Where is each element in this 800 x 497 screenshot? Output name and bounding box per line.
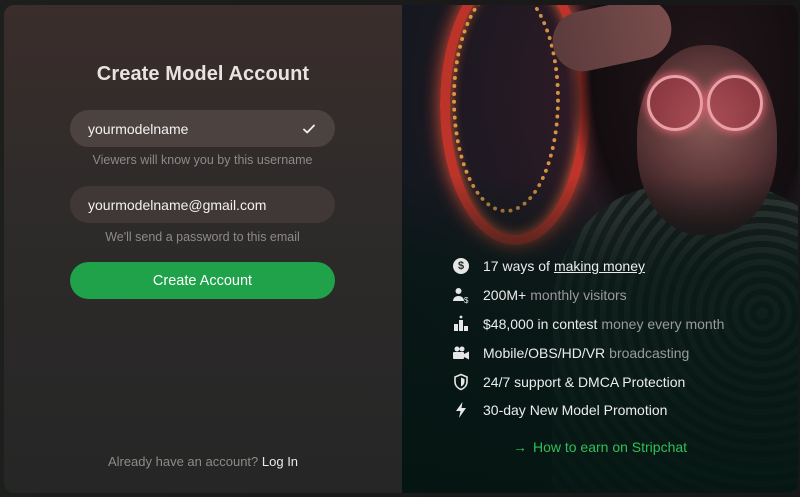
feature-text: 17 ways of: [483, 258, 550, 275]
username-field[interactable]: [70, 110, 335, 147]
dollar-circle-icon: $: [452, 257, 470, 275]
feature-muted-text: monthly visitors: [530, 287, 627, 304]
arrow-right-icon: →: [512, 439, 527, 455]
username-hint: Viewers will know you by this username: [92, 153, 313, 167]
feature-item: $ 17 ways of making money: [452, 252, 724, 281]
feature-text: Mobile/OBS/HD/VR: [483, 344, 606, 361]
create-account-button[interactable]: Create Account: [70, 262, 335, 299]
trophy-icon: [452, 315, 470, 333]
feature-item: $ 200M+ monthly visitors: [452, 281, 724, 310]
shield-icon: [452, 373, 470, 391]
how-to-earn-label: How to earn on Stripchat: [532, 439, 688, 455]
form-title: Create Model Account: [96, 63, 310, 85]
feature-text: $48,000 in contest: [483, 315, 598, 332]
check-icon: [301, 121, 317, 137]
login-prompt-line: Already have an account? Log In: [4, 454, 402, 469]
feature-item: 24/7 support & DMCA Protection: [452, 367, 724, 396]
signup-modal: Create Model Account Viewers will know y…: [4, 5, 798, 493]
feature-item: Mobile/OBS/HD/VR broadcasting: [452, 338, 724, 367]
feature-text: 30-day New Model Promotion: [483, 402, 668, 419]
email-hint: We'll send a password to this email: [105, 230, 300, 244]
lightning-icon: [452, 401, 470, 419]
username-input[interactable]: [88, 120, 295, 137]
signup-form-panel: Create Model Account Viewers will know y…: [4, 5, 402, 493]
making-money-link[interactable]: making money: [554, 258, 645, 274]
email-input[interactable]: [88, 196, 317, 213]
login-prompt-text: Already have an account?: [107, 454, 259, 469]
email-field[interactable]: [70, 186, 335, 223]
feature-item: 30-day New Model Promotion: [452, 396, 724, 425]
login-link[interactable]: Log In: [262, 454, 298, 469]
feature-muted-text: money every month: [601, 315, 725, 332]
svg-text:$: $: [464, 296, 469, 304]
camera-icon: [452, 344, 470, 362]
feature-list: $ 17 ways of making money $ 200M+ monthl…: [452, 252, 724, 425]
how-to-earn-link[interactable]: → How to earn on Stripchat: [402, 439, 798, 455]
users-dollar-icon: $: [452, 286, 470, 304]
feature-item: $48,000 in contest money every month: [452, 310, 724, 339]
promo-panel: $ 17 ways of making money $ 200M+ monthl…: [402, 5, 798, 493]
feature-muted-text: broadcasting: [609, 344, 690, 361]
feature-text: 200M+: [483, 287, 527, 304]
feature-text: 24/7 support & DMCA Protection: [483, 373, 686, 390]
